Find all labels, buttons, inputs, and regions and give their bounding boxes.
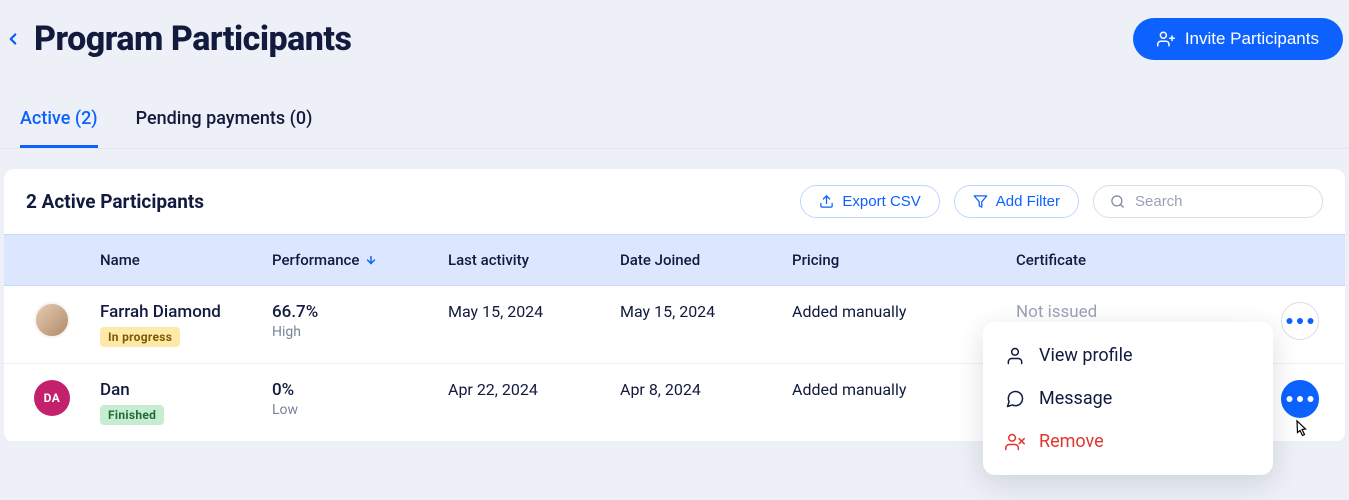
performance-value: 0%	[272, 380, 448, 400]
more-horizontal-icon	[1282, 303, 1318, 339]
message-icon	[1005, 389, 1025, 409]
participant-name[interactable]: Dan	[100, 380, 272, 400]
add-filter-button[interactable]: Add Filter	[954, 185, 1079, 218]
person-plus-icon	[1157, 30, 1175, 48]
filter-label: Add Filter	[996, 193, 1060, 210]
table-row: DA Dan Finished 0% Low Apr 22, 2024 Apr …	[4, 364, 1345, 442]
search-icon	[1110, 194, 1125, 209]
page-title: Program Participants	[34, 19, 351, 59]
export-label: Export CSV	[842, 193, 920, 210]
col-performance[interactable]: Performance	[272, 251, 448, 269]
more-horizontal-icon	[1282, 381, 1318, 417]
status-badge: In progress	[100, 327, 180, 347]
tab-active[interactable]: Active (2)	[20, 108, 98, 148]
status-badge: Finished	[100, 405, 164, 425]
menu-message-label: Message	[1039, 388, 1112, 409]
person-icon	[1005, 346, 1025, 366]
last-activity: May 15, 2024	[448, 302, 620, 321]
participant-name[interactable]: Farrah Diamond	[100, 302, 272, 322]
sort-desc-icon	[365, 254, 377, 266]
date-joined: May 15, 2024	[620, 302, 792, 321]
performance-label: Low	[272, 402, 448, 418]
col-last-activity[interactable]: Last activity	[448, 251, 620, 269]
table-header: Name Performance Last activity Date Join…	[4, 234, 1345, 286]
search-input[interactable]	[1135, 193, 1306, 210]
menu-remove-label: Remove	[1039, 431, 1104, 452]
tabs: Active (2) Pending payments (0)	[0, 60, 1349, 149]
col-name[interactable]: Name	[100, 251, 272, 269]
tab-pending-payments[interactable]: Pending payments (0)	[136, 108, 313, 148]
last-activity: Apr 22, 2024	[448, 380, 620, 399]
pricing: Added manually	[792, 302, 1016, 321]
row-actions-button[interactable]	[1281, 302, 1319, 340]
menu-view-profile-label: View profile	[1039, 345, 1133, 366]
menu-remove[interactable]: Remove	[983, 420, 1273, 463]
row-actions-menu: View profile Message Remove	[983, 322, 1273, 475]
filter-icon	[973, 194, 988, 209]
export-csv-button[interactable]: Export CSV	[800, 185, 939, 218]
participants-panel: 2 Active Participants Export CSV Add Fil…	[4, 169, 1345, 442]
invite-participants-button[interactable]: Invite Participants	[1133, 18, 1343, 60]
date-joined: Apr 8, 2024	[620, 380, 792, 399]
row-actions-button[interactable]	[1281, 380, 1319, 418]
menu-message[interactable]: Message	[983, 377, 1273, 420]
performance-label: High	[272, 324, 448, 340]
avatar[interactable]	[34, 302, 70, 338]
invite-label: Invite Participants	[1185, 29, 1319, 49]
upload-icon	[819, 194, 834, 209]
col-performance-label: Performance	[272, 251, 359, 269]
performance-value: 66.7%	[272, 302, 448, 322]
back-arrow-icon[interactable]	[4, 30, 22, 48]
person-remove-icon	[1005, 432, 1025, 452]
col-certificate[interactable]: Certificate	[1016, 251, 1216, 269]
col-date-joined[interactable]: Date Joined	[620, 251, 792, 269]
certificate: Not issued	[1016, 302, 1216, 322]
search-field[interactable]	[1093, 185, 1323, 218]
col-pricing[interactable]: Pricing	[792, 251, 1016, 269]
menu-view-profile[interactable]: View profile	[983, 334, 1273, 377]
panel-title: 2 Active Participants	[26, 190, 204, 213]
avatar[interactable]: DA	[34, 380, 70, 416]
